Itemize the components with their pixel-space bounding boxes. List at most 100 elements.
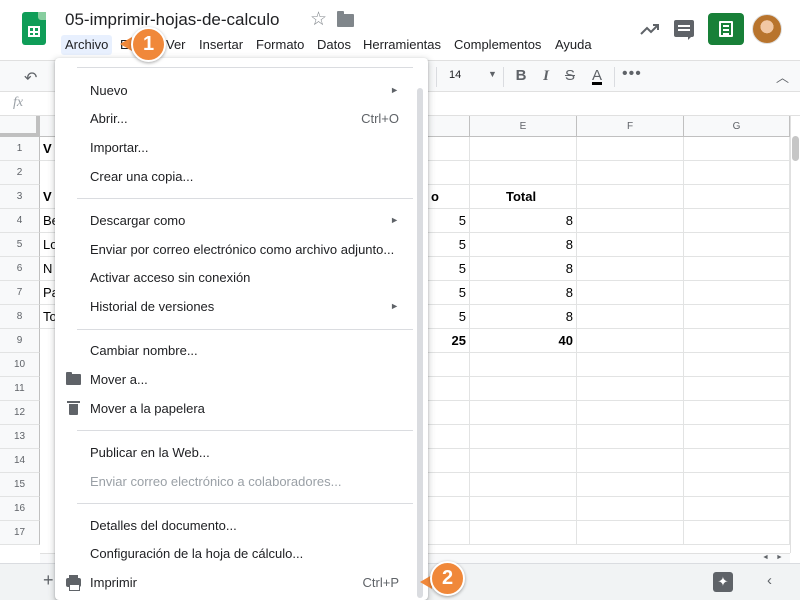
cell[interactable]: [428, 137, 470, 161]
menu-item-papelera[interactable]: Mover a la papelera: [55, 394, 413, 423]
folder-icon[interactable]: [337, 11, 354, 27]
cell[interactable]: [470, 377, 577, 401]
row-header[interactable]: 7: [0, 281, 40, 305]
cell[interactable]: [428, 473, 470, 497]
menu-item-imprimir[interactable]: Imprimir Ctrl+P: [55, 568, 413, 597]
row-header[interactable]: 11: [0, 377, 40, 401]
cell[interactable]: [470, 521, 577, 545]
trending-up-icon[interactable]: [639, 18, 661, 40]
cell-e9[interactable]: 40: [470, 329, 577, 353]
menu-item-nuevo[interactable]: Nuevo ►: [55, 76, 413, 105]
menu-datos[interactable]: Datos: [313, 35, 355, 55]
cell[interactable]: [684, 425, 790, 449]
star-icon[interactable]: ☆: [310, 10, 327, 30]
cell[interactable]: [470, 353, 577, 377]
cell[interactable]: [577, 209, 684, 233]
cell[interactable]: [577, 401, 684, 425]
row-header[interactable]: 5: [0, 233, 40, 257]
strikethrough-icon[interactable]: S: [561, 66, 579, 86]
sheets-logo-icon[interactable]: [22, 12, 46, 45]
cell[interactable]: [684, 497, 790, 521]
cell[interactable]: [428, 401, 470, 425]
cell-d8[interactable]: 5: [428, 305, 470, 329]
cell[interactable]: [577, 305, 684, 329]
row-header[interactable]: 1: [0, 137, 40, 161]
row-header[interactable]: 17: [0, 521, 40, 545]
font-size-select[interactable]: 14: [449, 69, 461, 81]
cell[interactable]: [684, 161, 790, 185]
row-header[interactable]: 8: [0, 305, 40, 329]
cell[interactable]: [470, 425, 577, 449]
column-header-g[interactable]: G: [684, 116, 790, 137]
row-header[interactable]: 3: [0, 185, 40, 209]
menu-ver[interactable]: Ver: [162, 35, 190, 55]
cell[interactable]: [470, 449, 577, 473]
menu-insertar[interactable]: Insertar: [195, 35, 247, 55]
cell[interactable]: [428, 449, 470, 473]
scrollbar-thumb[interactable]: [792, 136, 799, 161]
cell-e6[interactable]: 8: [470, 257, 577, 281]
row-header[interactable]: 4: [0, 209, 40, 233]
cell[interactable]: [577, 449, 684, 473]
cell[interactable]: [684, 401, 790, 425]
cell[interactable]: [428, 377, 470, 401]
cell[interactable]: [577, 257, 684, 281]
menu-item-abrir[interactable]: Abrir... Ctrl+O: [55, 104, 413, 133]
cell-d9[interactable]: 25: [428, 329, 470, 353]
row-header[interactable]: 10: [0, 353, 40, 377]
cell[interactable]: [577, 161, 684, 185]
menu-item-publicar[interactable]: Publicar en la Web...: [55, 438, 413, 467]
cell[interactable]: [577, 137, 684, 161]
bold-icon[interactable]: B: [512, 66, 530, 86]
cell-e5[interactable]: 8: [470, 233, 577, 257]
menu-item-mover[interactable]: Mover a...: [55, 365, 413, 394]
menu-formato[interactable]: Formato: [252, 35, 308, 55]
cell-e4[interactable]: 8: [470, 209, 577, 233]
cell[interactable]: [684, 257, 790, 281]
chevron-left-icon[interactable]: ‹: [767, 572, 772, 589]
menu-item-detalles[interactable]: Detalles del documento...: [55, 511, 413, 540]
menu-scrollbar[interactable]: [417, 88, 423, 598]
cell[interactable]: [684, 353, 790, 377]
cell-d3[interactable]: o: [428, 185, 470, 209]
cell-e1[interactable]: [470, 137, 577, 161]
menu-item-importar[interactable]: Importar...: [55, 133, 413, 162]
vertical-scrollbar[interactable]: [790, 116, 800, 553]
more-options-icon[interactable]: •••: [622, 65, 642, 83]
cell[interactable]: [577, 233, 684, 257]
cell[interactable]: [684, 329, 790, 353]
cell[interactable]: [577, 377, 684, 401]
cell[interactable]: [577, 473, 684, 497]
menu-item-historial[interactable]: Historial de versiones ►: [55, 292, 413, 321]
row-header[interactable]: 13: [0, 425, 40, 449]
menu-item-crear-copia[interactable]: Crear una copia...: [55, 162, 413, 191]
cell[interactable]: [684, 185, 790, 209]
share-button[interactable]: [708, 13, 744, 45]
cell-d5[interactable]: 5: [428, 233, 470, 257]
undo-icon[interactable]: ↶: [24, 68, 37, 88]
cell[interactable]: [577, 329, 684, 353]
row-header[interactable]: 16: [0, 497, 40, 521]
cell[interactable]: [577, 353, 684, 377]
cell[interactable]: [684, 449, 790, 473]
cell[interactable]: [684, 233, 790, 257]
menu-herramientas[interactable]: Herramientas: [359, 35, 445, 55]
cell[interactable]: [577, 521, 684, 545]
menu-complementos[interactable]: Complementos: [450, 35, 545, 55]
cell[interactable]: [684, 377, 790, 401]
scroll-left-icon[interactable]: ◄: [762, 554, 769, 561]
menu-item-cambiar-nombre[interactable]: Cambiar nombre...: [55, 336, 413, 365]
cell-d7[interactable]: 5: [428, 281, 470, 305]
cell-d4[interactable]: 5: [428, 209, 470, 233]
explore-icon[interactable]: ✦: [713, 572, 733, 592]
cell[interactable]: [684, 305, 790, 329]
cell[interactable]: [577, 425, 684, 449]
cell[interactable]: [684, 209, 790, 233]
cell-d6[interactable]: 5: [428, 257, 470, 281]
row-header[interactable]: 9: [0, 329, 40, 353]
row-header[interactable]: 2: [0, 161, 40, 185]
cell[interactable]: [684, 521, 790, 545]
cell[interactable]: [428, 497, 470, 521]
row-header[interactable]: 14: [0, 449, 40, 473]
scroll-right-icon[interactable]: ►: [776, 554, 783, 561]
